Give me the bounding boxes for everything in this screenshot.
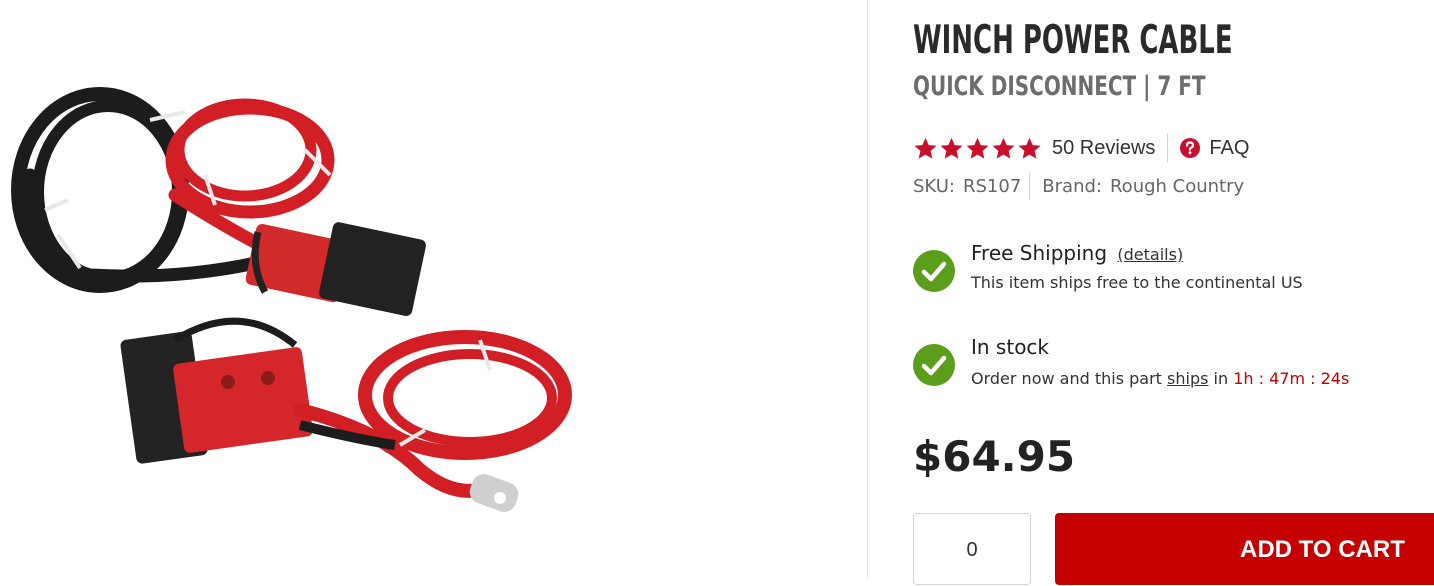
- star-icon: [966, 137, 989, 159]
- check-circle-icon: [913, 250, 955, 292]
- brand-value[interactable]: Rough Country: [1110, 176, 1244, 197]
- star-icon: [992, 137, 1015, 159]
- star-icon: [940, 137, 963, 159]
- rating-row: 50 Reviews FAQ: [913, 132, 1249, 164]
- star-rating[interactable]: [913, 136, 1042, 161]
- meta-divider: [1029, 172, 1031, 200]
- star-icon: [1018, 137, 1041, 159]
- product-subtitle: QUICK DISCONNECT | 7 FT: [913, 71, 1206, 102]
- check-circle-icon: [913, 344, 955, 386]
- stock-block: In stock Order now and this part ships i…: [913, 334, 1349, 390]
- shipping-countdown: 1h : 47m : 24s: [1233, 369, 1350, 388]
- product-price: $64.95: [913, 432, 1076, 481]
- stock-subtitle: Order now and this part ships in 1h : 47…: [971, 368, 1349, 390]
- stock-title: In stock: [971, 335, 1050, 359]
- add-to-cart-button[interactable]: ADD TO CART: [1055, 513, 1434, 585]
- sku-label: SKU:: [913, 175, 955, 197]
- brand-label: Brand:: [1042, 175, 1102, 197]
- stock-text-mid: in: [1208, 369, 1234, 388]
- star-icon: [914, 137, 937, 159]
- quantity-input[interactable]: 0: [913, 513, 1031, 585]
- free-shipping-block: Free Shipping (details) This item ships …: [913, 240, 1303, 294]
- product-title: WINCH POWER CABLE: [913, 18, 1233, 63]
- product-info: WINCH POWER CABLE QUICK DISCONNECT | 7 F…: [913, 0, 1434, 585]
- product-image[interactable]: [0, 0, 867, 580]
- question-circle-icon: [1180, 138, 1201, 158]
- faq-link[interactable]: FAQ: [1180, 137, 1249, 160]
- meta-row: SKU: RS107 Brand: Rough Country: [913, 172, 1244, 200]
- reviews-link[interactable]: 50 Reviews: [1052, 134, 1169, 162]
- winch-cable-image: [11, 87, 572, 512]
- faq-label: FAQ: [1209, 136, 1250, 159]
- column-divider: [867, 0, 868, 580]
- shipping-subtitle: This item ships free to the continental …: [971, 273, 1303, 292]
- ships-link[interactable]: ships: [1167, 369, 1208, 388]
- stock-text-before: Order now and this part: [971, 369, 1168, 388]
- shipping-details-link[interactable]: (details): [1117, 245, 1183, 264]
- sku-value: RS107: [963, 175, 1022, 197]
- shipping-title: Free Shipping: [971, 241, 1108, 265]
